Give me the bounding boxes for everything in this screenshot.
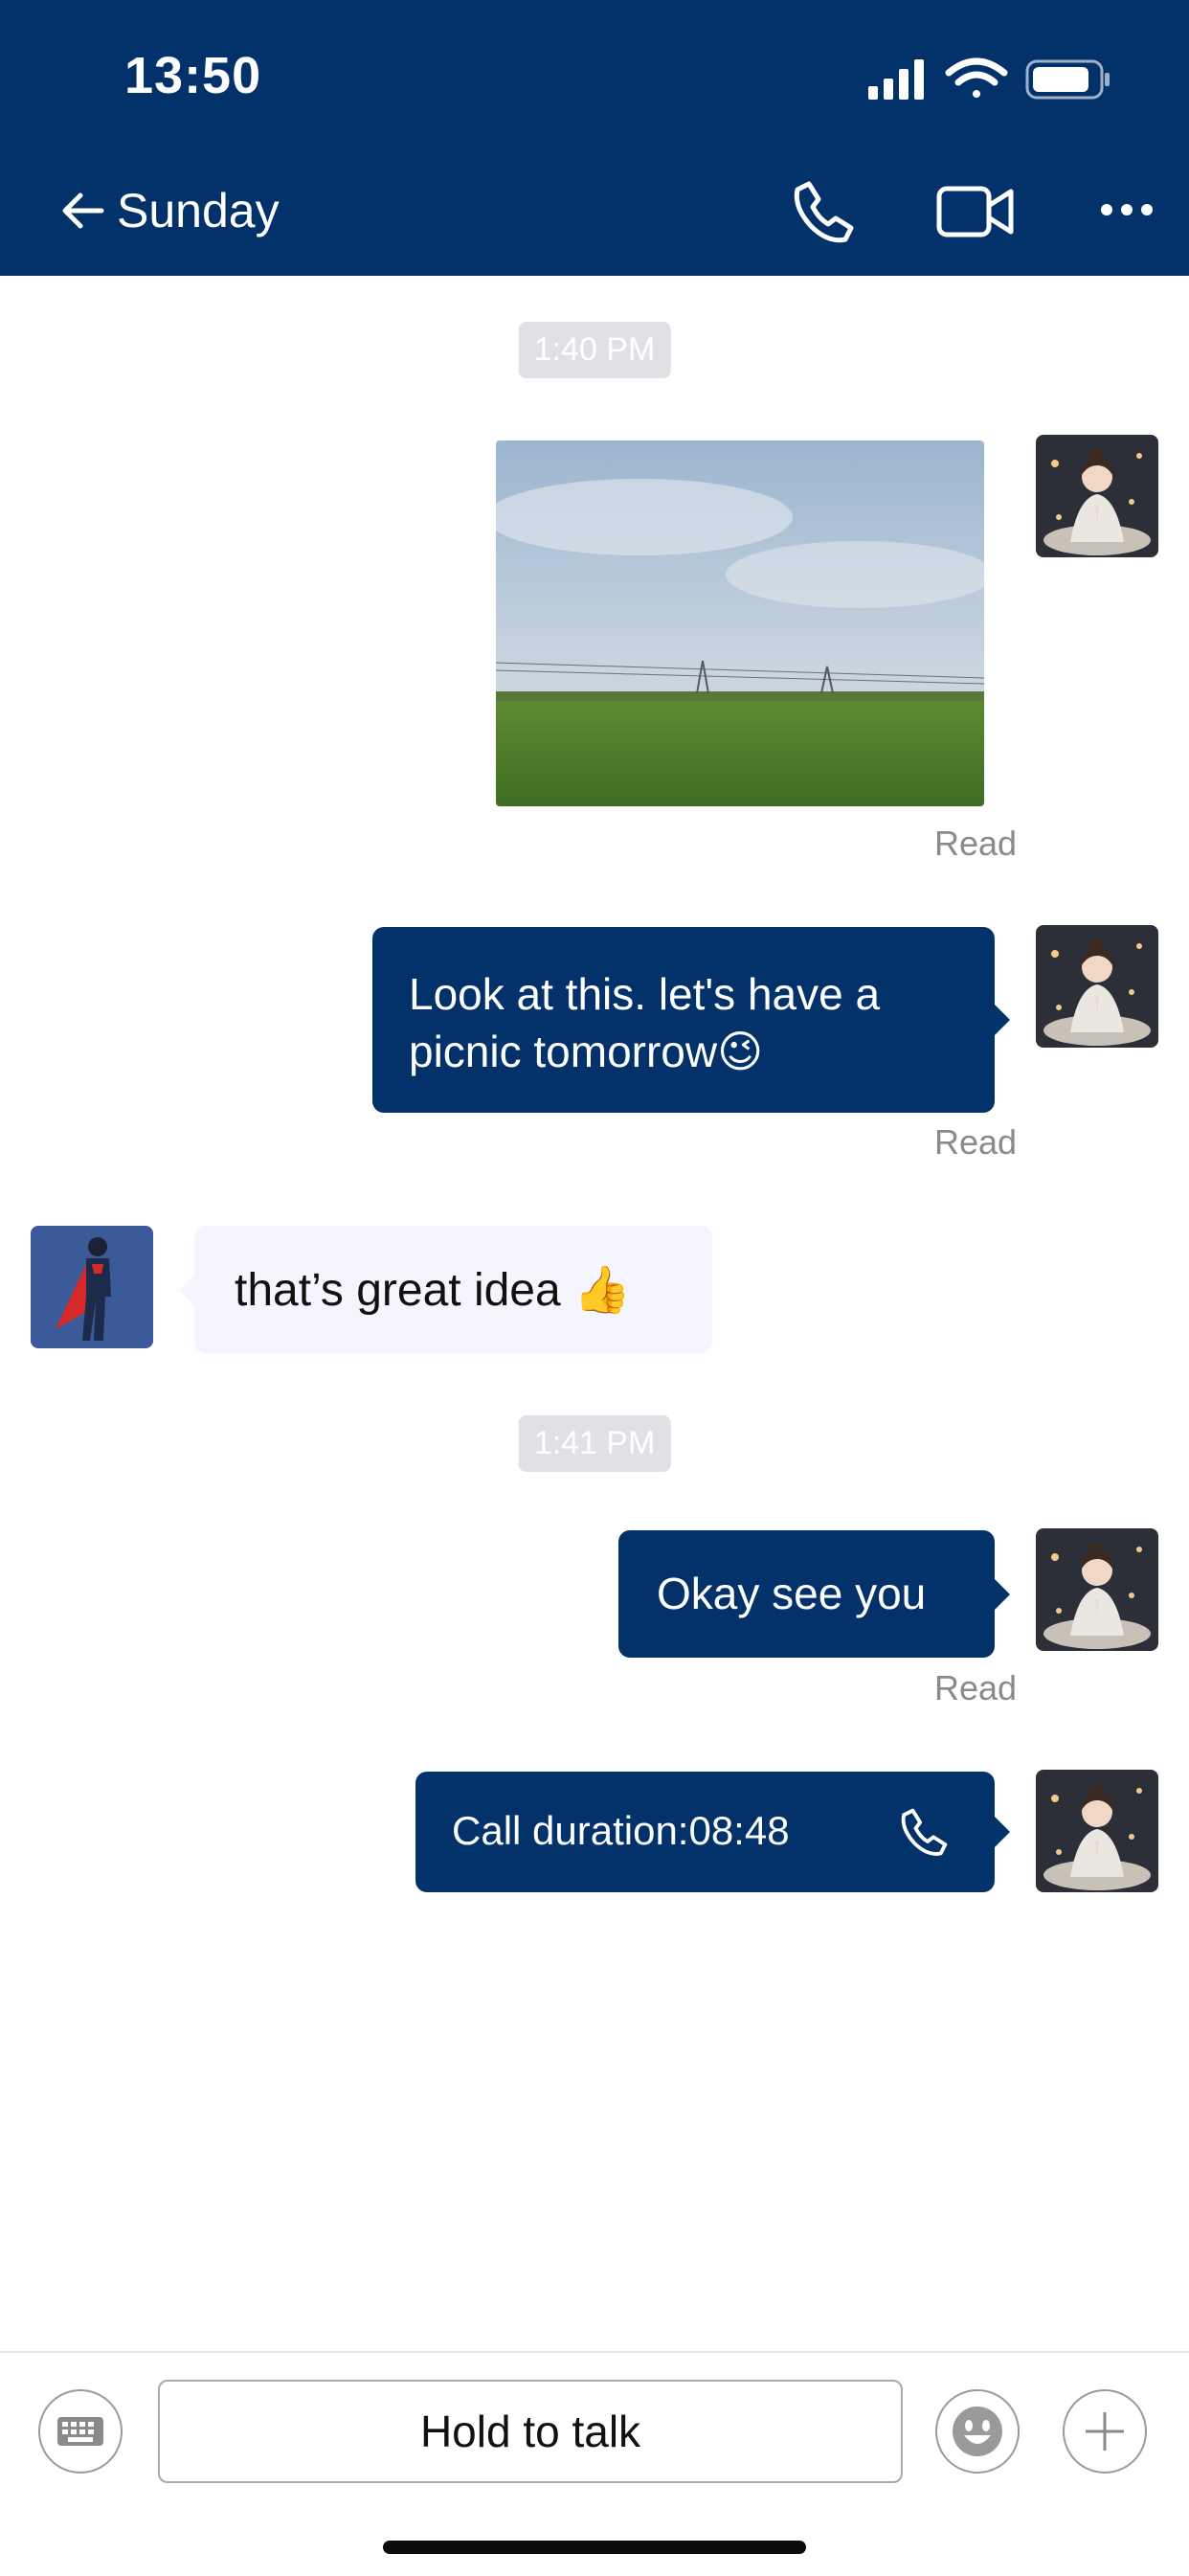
my-avatar[interactable]: [1036, 1528, 1158, 1651]
superhero-avatar-image: [31, 1226, 153, 1348]
meditating-woman-avatar-image: [1036, 435, 1158, 557]
message-text: Okay see you: [657, 1569, 927, 1618]
photo-message[interactable]: [496, 441, 984, 806]
hold-to-talk-label: Hold to talk: [419, 2407, 641, 2456]
arrow-left-icon[interactable]: [57, 190, 107, 232]
hold-to-talk-button[interactable]: Hold to talk: [158, 2380, 903, 2483]
plus-icon: [1086, 2412, 1124, 2451]
status-time: 13:50: [124, 47, 262, 104]
timestamp-chip: 1:41 PM: [518, 1415, 671, 1472]
meditating-woman-avatar-image: [1036, 925, 1158, 1048]
my-avatar[interactable]: [1036, 1770, 1158, 1892]
outgoing-message-bubble[interactable]: Okay see you: [618, 1530, 1010, 1658]
meditating-woman-avatar-image: [1036, 1770, 1158, 1892]
cellular-signal-icon: [868, 59, 924, 100]
read-receipt: Read: [934, 824, 1018, 863]
call-record-bubble[interactable]: Call duration:08:48: [415, 1772, 1010, 1892]
home-indicator: [383, 2541, 806, 2554]
my-avatar[interactable]: [1036, 435, 1158, 557]
chat-header: 13:50 Sunday: [0, 0, 1189, 276]
smiley-icon: [953, 2407, 1002, 2456]
chat-title: Sunday: [117, 184, 280, 237]
read-receipt: Read: [934, 1668, 1018, 1707]
message-list[interactable]: 1:40 PM Read Look at this. let's have a …: [0, 276, 1189, 2351]
keyboard-toggle-button[interactable]: [38, 2389, 123, 2474]
video-icon[interactable]: [936, 184, 1015, 239]
emoji-button[interactable]: [935, 2389, 1020, 2474]
input-bar: Hold to talk: [0, 2351, 1189, 2576]
wifi-icon: [945, 57, 1008, 98]
phone-icon: [901, 1808, 948, 1856]
meditating-woman-avatar-image: [1036, 1528, 1158, 1651]
title-row: Sunday: [57, 177, 280, 244]
my-avatar[interactable]: [1036, 925, 1158, 1048]
status-icons: [868, 57, 1110, 100]
contact-avatar[interactable]: [31, 1226, 153, 1348]
phone-icon[interactable]: [790, 178, 857, 245]
message-text: Look at this. let's have a picnic tomorr…: [409, 969, 881, 1076]
outgoing-message-bubble[interactable]: Look at this. let's have a picnic tomorr…: [372, 927, 1010, 1113]
keyboard-icon: [57, 2417, 103, 2446]
read-receipt: Read: [934, 1122, 1018, 1162]
message-text: that’s great idea 👍: [235, 1265, 631, 1316]
incoming-message-bubble[interactable]: that’s great idea 👍: [179, 1226, 712, 1353]
more-icon[interactable]: [1099, 199, 1155, 220]
battery-icon: [1025, 59, 1110, 100]
call-duration-text: Call duration:08:48: [452, 1808, 790, 1853]
timestamp-chip: 1:40 PM: [518, 322, 671, 378]
more-options-button[interactable]: [1063, 2389, 1147, 2474]
